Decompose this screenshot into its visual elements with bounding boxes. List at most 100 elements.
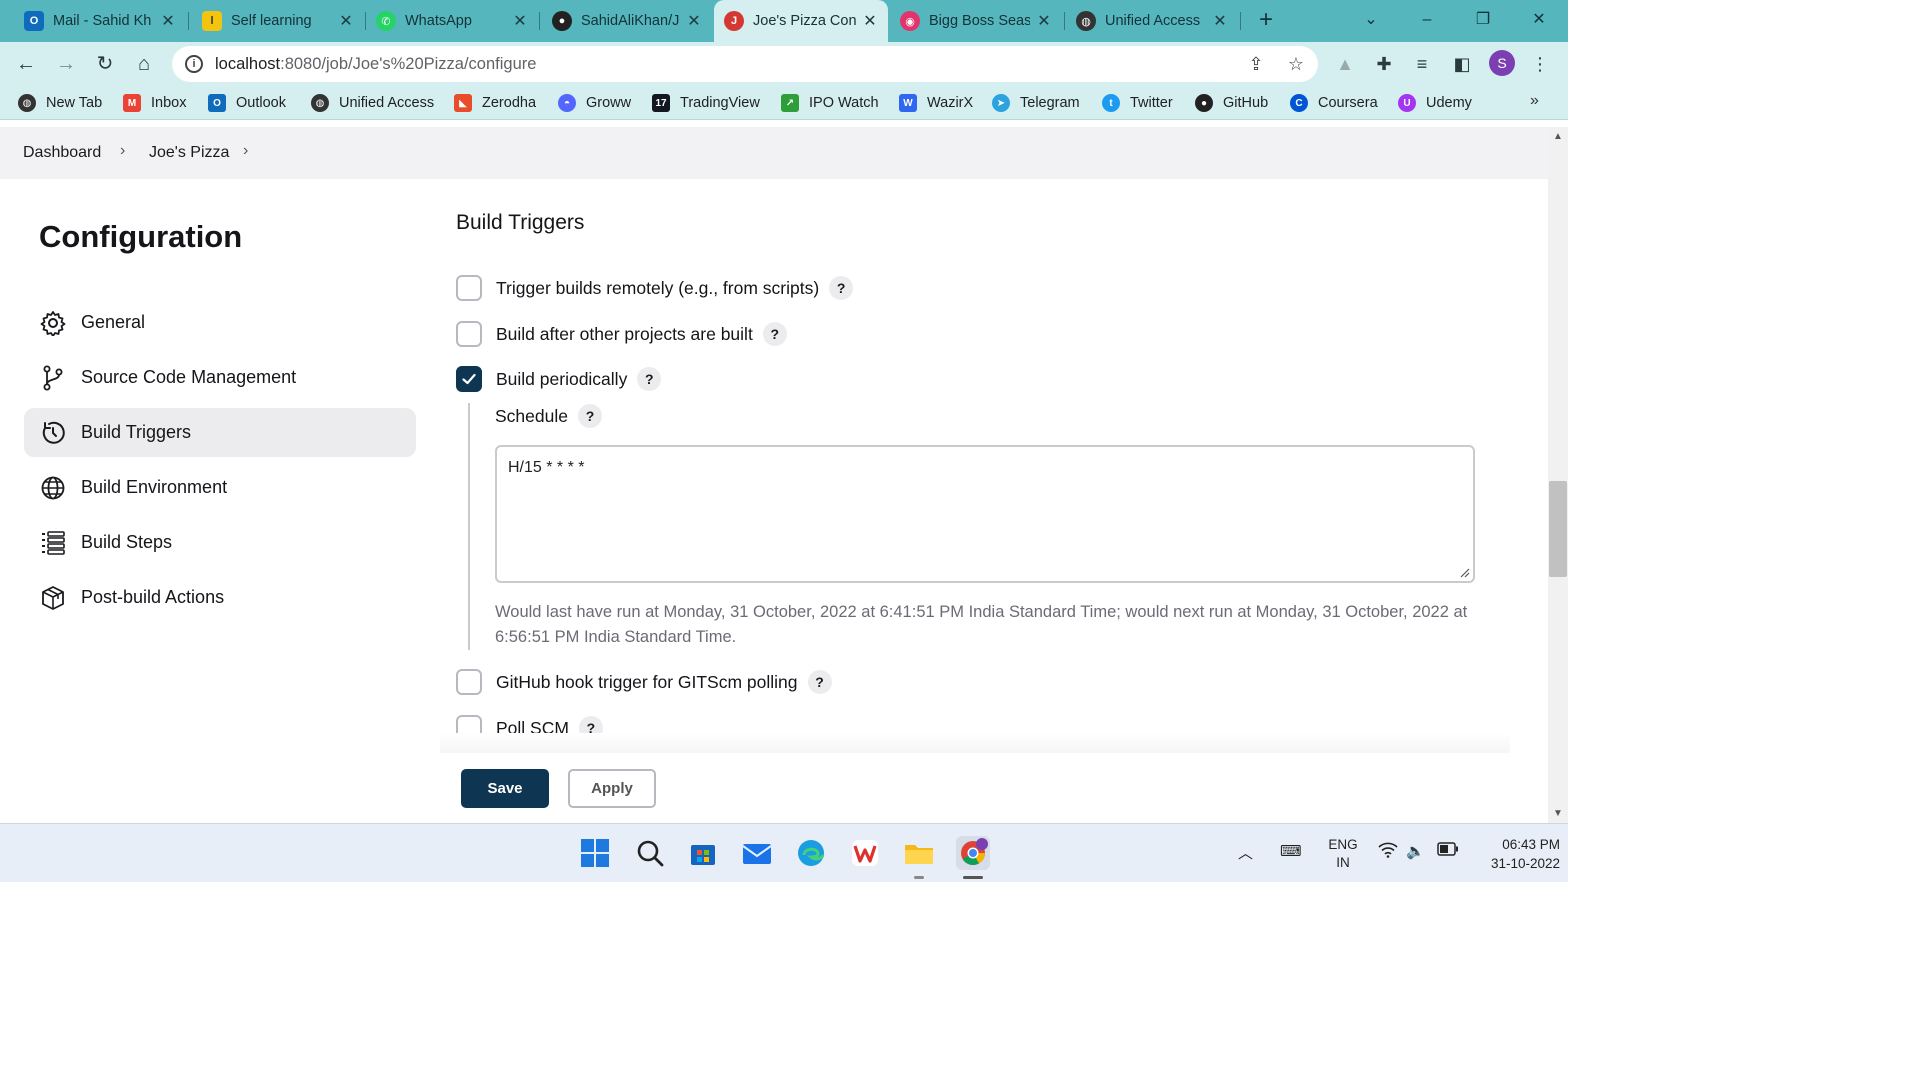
home-icon[interactable]: ⌂ [130, 50, 158, 78]
bookmark-outlook[interactable]: O Outlook [208, 92, 286, 114]
mail-icon[interactable] [740, 836, 774, 870]
profile-avatar[interactable]: S [1489, 50, 1515, 76]
sidebar-item-source-code-management[interactable]: Source Code Management [24, 353, 416, 402]
page-scrollbar[interactable]: ▲ ▼ [1548, 127, 1568, 823]
sidebar-item-general[interactable]: General [24, 298, 416, 347]
help-icon[interactable]: ? [577, 404, 602, 428]
apply-button[interactable]: Apply [568, 769, 656, 808]
trigger-remote-checkbox[interactable] [456, 275, 482, 301]
help-icon[interactable]: ? [829, 276, 854, 300]
system-clock[interactable]: 06:43 PM 31-10-2022 [1470, 835, 1560, 873]
close-icon[interactable]: ✕ [160, 11, 176, 31]
scroll-up-arrow-icon[interactable]: ▲ [1553, 131, 1563, 142]
browser-tab[interactable]: l Self learning ✕ [192, 0, 364, 42]
close-icon[interactable]: ✕ [1212, 11, 1228, 31]
search-icon[interactable] [633, 836, 667, 870]
tab-search-icon[interactable]: ⌄ [1356, 6, 1386, 34]
help-icon[interactable]: ? [807, 670, 832, 694]
build-periodically-checkbox[interactable] [456, 366, 482, 392]
back-icon[interactable]: ← [12, 50, 40, 78]
sidebar-item-build-steps[interactable]: Build Steps [24, 518, 416, 567]
close-icon[interactable]: ✕ [1036, 11, 1052, 31]
help-icon[interactable]: ? [762, 322, 787, 346]
side-panel-icon[interactable]: ◧ [1450, 52, 1474, 76]
bookmark-wazirx[interactable]: W WazirX [899, 92, 973, 114]
file-explorer-icon[interactable] [902, 836, 936, 870]
language-indicator[interactable]: ENG IN [1326, 836, 1360, 872]
breadcrumb: Dashboard › Joe's Pizza › [0, 127, 1548, 179]
bookmark-tradingview[interactable]: 17 TradingView [652, 92, 760, 114]
sidebar-item-build-environment[interactable]: Build Environment [24, 463, 416, 512]
share-icon[interactable]: ⇪ [1244, 52, 1268, 76]
option-label[interactable]: Build after other projects are built [496, 324, 753, 345]
bookmark-zerodha[interactable]: ◣ Zerodha [454, 92, 536, 114]
window-close-icon[interactable]: ✕ [1524, 6, 1554, 34]
chevron-right-icon[interactable]: › [120, 142, 125, 160]
tab-title: Self learning [231, 13, 312, 29]
option-label[interactable]: GitHub hook trigger for GITScm polling [496, 672, 798, 693]
section-title-build-triggers: Build Triggers [456, 211, 585, 234]
close-icon[interactable]: ✕ [512, 11, 528, 31]
resize-handle-icon[interactable] [1458, 566, 1470, 578]
keyboard-icon[interactable]: ⌨ [1280, 842, 1302, 860]
bookmark-coursera[interactable]: C Coursera [1290, 92, 1378, 114]
help-icon[interactable]: ? [637, 367, 662, 391]
browser-tab[interactable]: ● SahidAliKhan/J ✕ [542, 0, 712, 42]
browser-tab[interactable]: ◍ Unified Access ✕ [1066, 0, 1238, 42]
forward-icon[interactable]: → [52, 50, 80, 78]
minimize-icon[interactable]: – [1412, 6, 1442, 34]
build-after-other-projects-checkbox[interactable] [456, 321, 482, 347]
puzzle-icon[interactable]: ✚ [1372, 52, 1396, 76]
microsoft-store-icon[interactable] [686, 836, 720, 870]
bookmark-inbox[interactable]: M Inbox [123, 92, 186, 114]
chrome-icon[interactable] [956, 836, 990, 870]
bookmark-telegram[interactable]: ➤ Telegram [992, 92, 1080, 114]
option-label[interactable]: Build periodically [496, 369, 627, 390]
scroll-down-arrow-icon[interactable]: ▼ [1553, 808, 1563, 819]
wps-office-icon[interactable] [848, 836, 882, 870]
chevron-right-icon[interactable]: › [243, 142, 248, 160]
new-tab-button[interactable]: + [1252, 6, 1280, 34]
site-info-icon[interactable]: i [185, 55, 203, 73]
edge-icon[interactable] [794, 836, 828, 870]
bookmark-udemy[interactable]: U Udemy [1398, 92, 1472, 114]
save-button[interactable]: Save [461, 769, 549, 808]
kebab-menu-icon[interactable]: ⋮ [1528, 52, 1552, 76]
bookmark-ipo-watch[interactable]: ↗ IPO Watch [781, 92, 879, 114]
windows-start-icon[interactable] [578, 836, 612, 870]
browser-tab-active[interactable]: J Joe's Pizza Con ✕ [714, 0, 888, 42]
bookmark-twitter[interactable]: t Twitter [1102, 92, 1173, 114]
github-hook-checkbox[interactable] [456, 669, 482, 695]
reload-icon[interactable]: ↻ [91, 50, 119, 78]
bookmark-groww[interactable]: ◓ Groww [558, 92, 631, 114]
media-control-icon[interactable]: ≡ [1410, 52, 1434, 76]
bookmark-new-tab[interactable]: ◍ New Tab [18, 92, 102, 114]
close-icon[interactable]: ✕ [686, 11, 702, 31]
star-icon[interactable]: ☆ [1284, 52, 1308, 76]
restore-icon[interactable]: ❐ [1468, 6, 1498, 34]
option-label[interactable]: Trigger builds remotely (e.g., from scri… [496, 278, 819, 299]
breadcrumb-job[interactable]: Joe's Pizza [149, 144, 229, 162]
checkmark-icon [462, 373, 476, 385]
browser-tab[interactable]: O Mail - Sahid Kh ✕ [14, 0, 186, 42]
bookmark-github[interactable]: ● GitHub [1195, 92, 1268, 114]
chevron-right-double-icon[interactable]: » [1530, 92, 1539, 110]
bookmark-unified-access[interactable]: ◍ Unified Access [311, 92, 434, 114]
battery-icon[interactable] [1437, 842, 1459, 860]
url-text[interactable]: localhost:8080/job/Joe's%20Pizza/configu… [215, 55, 536, 74]
volume-icon[interactable]: 🔈 [1406, 842, 1425, 860]
scrollbar-thumb[interactable] [1549, 481, 1567, 577]
close-icon[interactable]: ✕ [862, 11, 878, 31]
close-icon[interactable]: ✕ [338, 11, 354, 31]
schedule-description: Would last have run at Monday, 31 Octobe… [495, 603, 1468, 646]
wifi-icon[interactable] [1378, 842, 1398, 862]
browser-tab[interactable]: ✆ WhatsApp ✕ [366, 0, 538, 42]
browser-tab[interactable]: ◉ Bigg Boss Seas ✕ [890, 0, 1062, 42]
chevron-up-icon[interactable]: ︿ [1238, 842, 1253, 863]
address-bar[interactable]: i localhost:8080/job/Joe's%20Pizza/confi… [172, 46, 1318, 82]
breadcrumb-dashboard[interactable]: Dashboard [23, 144, 101, 162]
extension-logo-icon[interactable]: ▲ [1333, 52, 1357, 76]
sidebar-item-post-build-actions[interactable]: Post-build Actions [24, 573, 416, 622]
schedule-textarea[interactable]: H/15 * * * * [495, 445, 1475, 583]
sidebar-item-build-triggers[interactable]: Build Triggers [24, 408, 416, 457]
